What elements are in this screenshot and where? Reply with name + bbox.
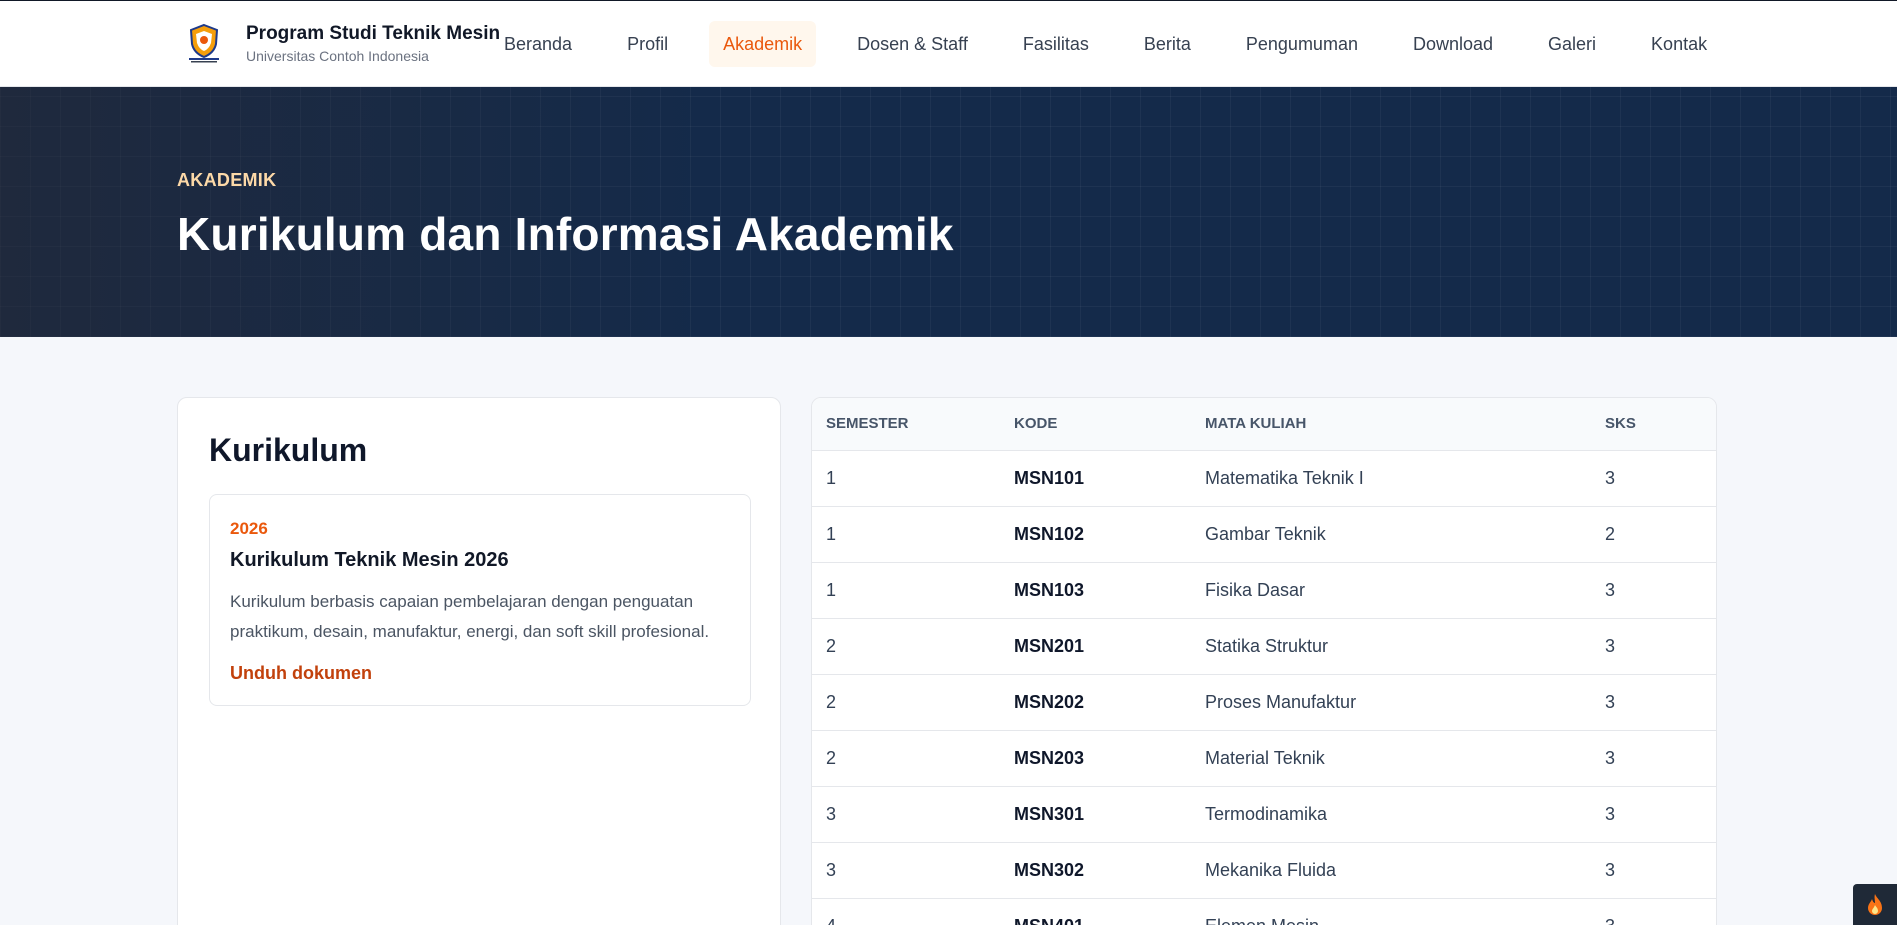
cell-sks: 3 bbox=[1605, 898, 1716, 925]
nav-item-profil[interactable]: Profil bbox=[613, 21, 682, 67]
cell-semester: 2 bbox=[812, 674, 1014, 731]
page-title: Kurikulum dan Informasi Akademik bbox=[177, 208, 954, 260]
cell-mata-kuliah: Proses Manufaktur bbox=[1205, 674, 1605, 731]
nav-item-download[interactable]: Download bbox=[1399, 21, 1507, 67]
curriculum-card: 2026 Kurikulum Teknik Mesin 2026 Kurikul… bbox=[209, 494, 751, 706]
nav-item-beranda[interactable]: Beranda bbox=[490, 21, 586, 67]
cell-kode: MSN102 bbox=[1014, 506, 1205, 563]
cell-semester: 2 bbox=[812, 730, 1014, 787]
table-row: 4 MSN401 Elemen Mesin 3 bbox=[812, 898, 1716, 925]
course-table-panel: SEMESTER KODE MATA KULIAH SKS 1 MSN101 M… bbox=[811, 397, 1717, 925]
nav-item-berita[interactable]: Berita bbox=[1130, 21, 1205, 67]
hero-eyebrow: AKADEMIK bbox=[177, 170, 277, 190]
university-logo-icon bbox=[182, 21, 226, 65]
cell-mata-kuliah: Gambar Teknik bbox=[1205, 506, 1605, 563]
cell-mata-kuliah: Fisika Dasar bbox=[1205, 562, 1605, 619]
table-row: 2 MSN202 Proses Manufaktur 3 bbox=[812, 674, 1716, 731]
main-nav: Beranda Profil Akademik Dosen & Staff Fa… bbox=[490, 21, 1748, 67]
table-row: 1 MSN102 Gambar Teknik 2 bbox=[812, 506, 1716, 563]
cell-mata-kuliah: Matematika Teknik I bbox=[1205, 450, 1605, 507]
cell-semester: 3 bbox=[812, 786, 1014, 843]
site-header: Program Studi Teknik Mesin Universitas C… bbox=[0, 0, 1897, 87]
table-header-row: SEMESTER KODE MATA KULIAH SKS bbox=[812, 398, 1716, 451]
cell-semester: 2 bbox=[812, 618, 1014, 675]
cell-kode: MSN201 bbox=[1014, 618, 1205, 675]
nav-item-pengumuman[interactable]: Pengumuman bbox=[1232, 21, 1372, 67]
cell-mata-kuliah: Statika Struktur bbox=[1205, 618, 1605, 675]
download-document-link[interactable]: Unduh dokumen bbox=[230, 663, 372, 684]
cell-kode: MSN302 bbox=[1014, 842, 1205, 899]
table-row: 2 MSN203 Material Teknik 3 bbox=[812, 730, 1716, 787]
flame-badge-button[interactable] bbox=[1853, 884, 1897, 925]
cell-semester: 3 bbox=[812, 842, 1014, 899]
cell-semester: 1 bbox=[812, 450, 1014, 507]
table-row: 3 MSN302 Mekanika Fluida 3 bbox=[812, 842, 1716, 899]
brand-title: Program Studi Teknik Mesin bbox=[246, 22, 501, 44]
curriculum-description: Kurikulum berbasis capaian pembelajaran … bbox=[230, 592, 710, 641]
cell-kode: MSN103 bbox=[1014, 562, 1205, 619]
table-row: 1 MSN101 Matematika Teknik I 3 bbox=[812, 450, 1716, 507]
cell-sks: 3 bbox=[1605, 674, 1716, 731]
course-table: SEMESTER KODE MATA KULIAH SKS 1 MSN101 M… bbox=[812, 398, 1716, 925]
nav-item-akademik[interactable]: Akademik bbox=[709, 21, 817, 67]
cell-mata-kuliah: Mekanika Fluida bbox=[1205, 842, 1605, 899]
cell-sks: 3 bbox=[1605, 786, 1716, 843]
column-header-semester: SEMESTER bbox=[812, 398, 1014, 451]
table-row: 1 MSN103 Fisika Dasar 3 bbox=[812, 562, 1716, 619]
nav-item-fasilitas[interactable]: Fasilitas bbox=[1009, 21, 1103, 67]
cell-sks: 3 bbox=[1605, 842, 1716, 899]
curriculum-year: 2026 bbox=[230, 519, 268, 538]
cell-semester: 1 bbox=[812, 562, 1014, 619]
cell-semester: 1 bbox=[812, 506, 1014, 563]
cell-sks: 3 bbox=[1605, 450, 1716, 507]
column-header-kode: KODE bbox=[1014, 398, 1205, 451]
nav-item-galeri[interactable]: Galeri bbox=[1534, 21, 1610, 67]
curriculum-panel: Kurikulum 2026 Kurikulum Teknik Mesin 20… bbox=[177, 397, 781, 925]
nav-item-dosen-staff[interactable]: Dosen & Staff bbox=[843, 21, 982, 67]
cell-kode: MSN202 bbox=[1014, 674, 1205, 731]
cell-mata-kuliah: Material Teknik bbox=[1205, 730, 1605, 787]
cell-kode: MSN301 bbox=[1014, 786, 1205, 843]
brand-subtitle: Universitas Contoh Indonesia bbox=[246, 47, 429, 64]
column-header-sks: SKS bbox=[1605, 398, 1716, 451]
cell-sks: 2 bbox=[1605, 506, 1716, 563]
cell-kode: MSN101 bbox=[1014, 450, 1205, 507]
nav-item-kontak[interactable]: Kontak bbox=[1637, 21, 1721, 67]
cell-kode: MSN203 bbox=[1014, 730, 1205, 787]
curriculum-heading: Kurikulum bbox=[209, 432, 368, 468]
page-hero: AKADEMIK Kurikulum dan Informasi Akademi… bbox=[0, 87, 1897, 337]
brand[interactable]: Program Studi Teknik Mesin Universitas C… bbox=[182, 21, 500, 65]
table-row: 2 MSN201 Statika Struktur 3 bbox=[812, 618, 1716, 675]
flame-icon bbox=[1868, 893, 1882, 915]
cell-sks: 3 bbox=[1605, 618, 1716, 675]
cell-kode: MSN401 bbox=[1014, 898, 1205, 925]
cell-mata-kuliah: Termodinamika bbox=[1205, 786, 1605, 843]
table-row: 3 MSN301 Termodinamika 3 bbox=[812, 786, 1716, 843]
cell-mata-kuliah: Elemen Mesin bbox=[1205, 898, 1605, 925]
cell-sks: 3 bbox=[1605, 562, 1716, 619]
curriculum-title: Kurikulum Teknik Mesin 2026 bbox=[230, 549, 509, 571]
column-header-mata-kuliah: MATA KULIAH bbox=[1205, 398, 1605, 451]
cell-semester: 4 bbox=[812, 898, 1014, 925]
cell-sks: 3 bbox=[1605, 730, 1716, 787]
